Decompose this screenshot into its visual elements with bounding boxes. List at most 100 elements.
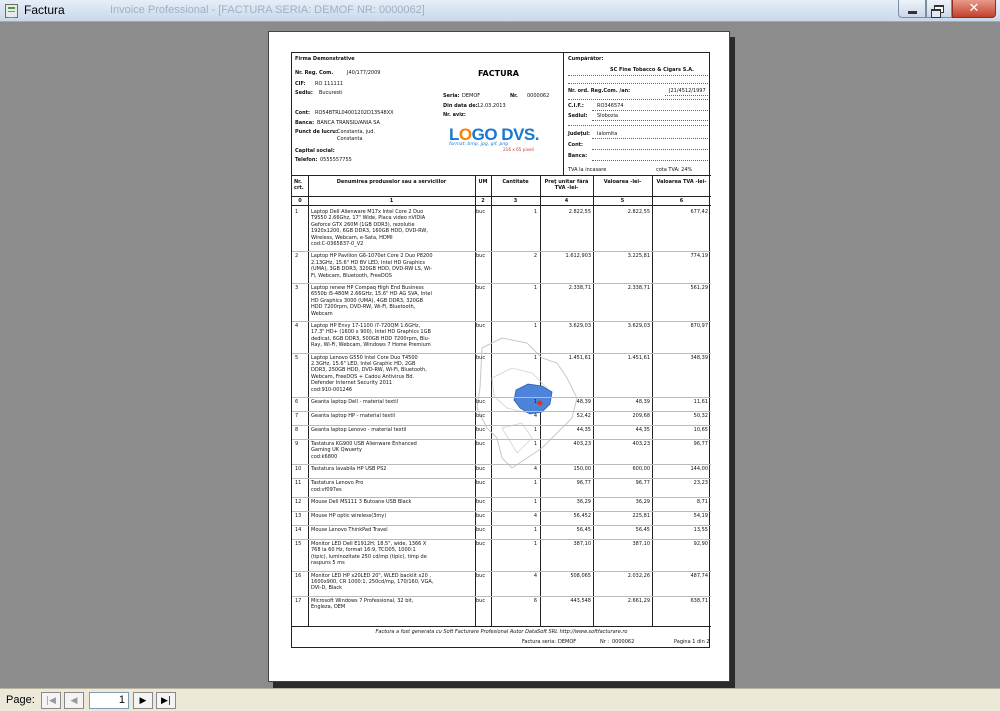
- table-cell-vat: 92,90: [693, 541, 708, 547]
- page-label: Page:: [6, 694, 35, 706]
- table-cell-description: Geanta laptop Dell - material textil: [311, 399, 398, 405]
- invoice-serie-label: Seria:: [443, 93, 460, 99]
- first-page-button[interactable]: |◀: [41, 692, 61, 709]
- dotted-line: [592, 138, 708, 139]
- table-cell-price: 508,065: [570, 572, 591, 579]
- table-cell-nr: 17: [295, 597, 302, 604]
- table-cell-price: 96,77: [576, 480, 591, 487]
- table-header-cell: Preţ unitar fără TVA -lei-: [544, 179, 589, 192]
- table-cell-um: buc: [476, 354, 486, 361]
- table-cell-um: buc: [476, 209, 486, 215]
- company-capital-label: Capital social:: [295, 148, 335, 154]
- table-cell-price: 1.451,61: [568, 354, 591, 361]
- company-banca-label: Banca:: [295, 120, 315, 126]
- dotted-line: [592, 110, 708, 111]
- table-cell-price: 36,29: [576, 499, 591, 505]
- table-cell-quantity: 4: [533, 572, 537, 579]
- table-cell-nr: 11: [295, 480, 302, 487]
- table-cell-description: Laptop renew HP Compaq High End Business: [311, 285, 424, 291]
- table-cell-description: T9550 2.66Ghz, 17" Wide, Placa video nVI…: [311, 215, 426, 222]
- last-page-button[interactable]: ▶|: [156, 692, 176, 709]
- invoice-title: FACTURA: [478, 69, 519, 78]
- table-cell-price: 52,42: [576, 413, 591, 419]
- table-cell-um: buc: [476, 413, 486, 419]
- table-cell-description: Fi, Webcam, Bluetooth, FreeDOS: [311, 272, 392, 279]
- table-cell-nr: 1: [295, 209, 299, 215]
- company-logo: LOGO DVS. format: bmp, jpg, gif, png 216…: [449, 125, 549, 155]
- table-cell-description: (tipic), luminozitate 250 cd/mp (tipic),…: [311, 553, 427, 560]
- invoice-serie: DEMOF: [462, 93, 481, 99]
- print-preview-area[interactable]: Firma Demonstrative Nr. Reg. Com. J40/17…: [0, 22, 1000, 688]
- cota-tva: cota TVA: 24%: [656, 167, 693, 173]
- dotted-line: [568, 75, 708, 76]
- buyer-sediu-label: Sediul:: [568, 113, 588, 119]
- table-cell-vat: 774,19: [690, 253, 709, 260]
- invoice-aviz-label: Nr. aviz:: [443, 112, 466, 118]
- table-cell-um: buc: [476, 597, 486, 604]
- footer-page: Pagina 1 din 2: [674, 639, 710, 645]
- table-cell-value: 225,81: [632, 513, 651, 519]
- company-punct-line2: Constanta: [337, 136, 363, 142]
- footer-generated: Factura a fost generata cu Soft Facturar…: [375, 629, 628, 635]
- row-separator: [292, 497, 711, 498]
- tva-incasare: TVA la incasare: [568, 167, 607, 173]
- previous-page-button[interactable]: ◀: [64, 692, 84, 709]
- window-title-ghost: Invoice Professional - [FACTURA SERIA: D…: [110, 4, 425, 16]
- page-number-input[interactable]: 1: [89, 692, 129, 709]
- next-page-button[interactable]: ▶: [133, 692, 153, 709]
- table-cell-vat: 10,65: [693, 427, 708, 433]
- invoice-nr: 0000062: [527, 93, 550, 99]
- buyer-banca-label: Banca:: [568, 153, 588, 159]
- table-cell-price: 443,548: [570, 597, 591, 604]
- table-cell-quantity: 1: [533, 285, 537, 291]
- maximize-button[interactable]: [926, 0, 952, 18]
- table-cell-quantity: 2: [533, 253, 537, 260]
- close-button[interactable]: ✕: [952, 0, 996, 18]
- footer-nr-label: Nr :: [600, 639, 610, 645]
- table-cell-quantity: 1: [533, 499, 537, 505]
- company-reg-com-label: Nr. Reg. Com.: [295, 70, 334, 76]
- table-header-cell: Valoarea -lei-: [603, 179, 642, 185]
- table-cell-price: 3.629,03: [568, 323, 591, 329]
- buyer-name: SC Fine Tobacco & Cigars S.A.: [610, 67, 695, 73]
- minimize-button[interactable]: [898, 0, 926, 18]
- window-title: Factura: [24, 3, 65, 17]
- table-column-number: 2: [481, 198, 485, 204]
- company-punct-label: Punct de lucru:: [295, 129, 338, 135]
- table-cell-value: 2.822,55: [627, 209, 650, 215]
- table-cell-description: DDR3, 250GB HDD, DVD-RW, Wi-Fi, Bluetoot…: [311, 367, 427, 374]
- company-banca: BANCA TRANSILVANIA SA: [317, 120, 380, 126]
- table-cell-description: Geanta laptop Lenovo - material textil: [311, 427, 407, 433]
- table-cell-nr: 4: [295, 323, 299, 329]
- invoice-date-label: Din data de:: [443, 103, 478, 109]
- table-cell-description: Monitor LED Dell E1912H, 18.5", wide, 13…: [311, 541, 427, 547]
- table-cell-description: cod:vf097es: [311, 486, 342, 493]
- table-cell-description: Wireless, Webcam, e-Sata, HDMI: [311, 234, 393, 241]
- table-cell-value: 48,39: [635, 399, 650, 405]
- table-cell-nr: 13: [295, 513, 302, 519]
- row-separator: [292, 595, 711, 597]
- table-cell-um: buc: [476, 285, 486, 291]
- previous-page-icon: ◀: [70, 695, 78, 706]
- invoice-frame: Firma Demonstrative Nr. Reg. Com. J40/17…: [291, 52, 711, 648]
- table-cell-description: Defender Internet Security 2011: [311, 380, 393, 387]
- company-telefon: 0555557755: [320, 157, 352, 163]
- table-header-cell: Nr. crt.: [294, 179, 304, 192]
- table-cell-description: Mouse Lenovo ThinkPad Travel: [311, 527, 388, 533]
- table-cell-description: cod:910-001246: [311, 386, 353, 393]
- table-cell-quantity: 4: [533, 466, 537, 473]
- table-cell-description: Laptop HP Pavilion G6-1070et Core 2 Duo …: [311, 253, 433, 260]
- table-cell-quantity: 1: [533, 209, 537, 215]
- company-cif-label: CIF:: [295, 81, 306, 87]
- table-cell-nr: 14: [295, 527, 302, 533]
- buyer-cif: RO346574: [597, 103, 624, 109]
- table-cell-price: 387,10: [573, 541, 592, 547]
- table-cell-price: 44,35: [576, 427, 591, 433]
- table-cell-nr: 15: [295, 541, 302, 547]
- table-cell-um: buc: [476, 480, 486, 487]
- table-header-cell: Valoarea TVA -lei-: [656, 179, 707, 185]
- table-cell-value: 36,29: [635, 499, 650, 505]
- row-separator: [292, 525, 711, 526]
- company-telefon-label: Telefon:: [295, 157, 318, 163]
- page-navigator: Page: |◀ ◀ 1 ▶ ▶|: [0, 688, 1000, 711]
